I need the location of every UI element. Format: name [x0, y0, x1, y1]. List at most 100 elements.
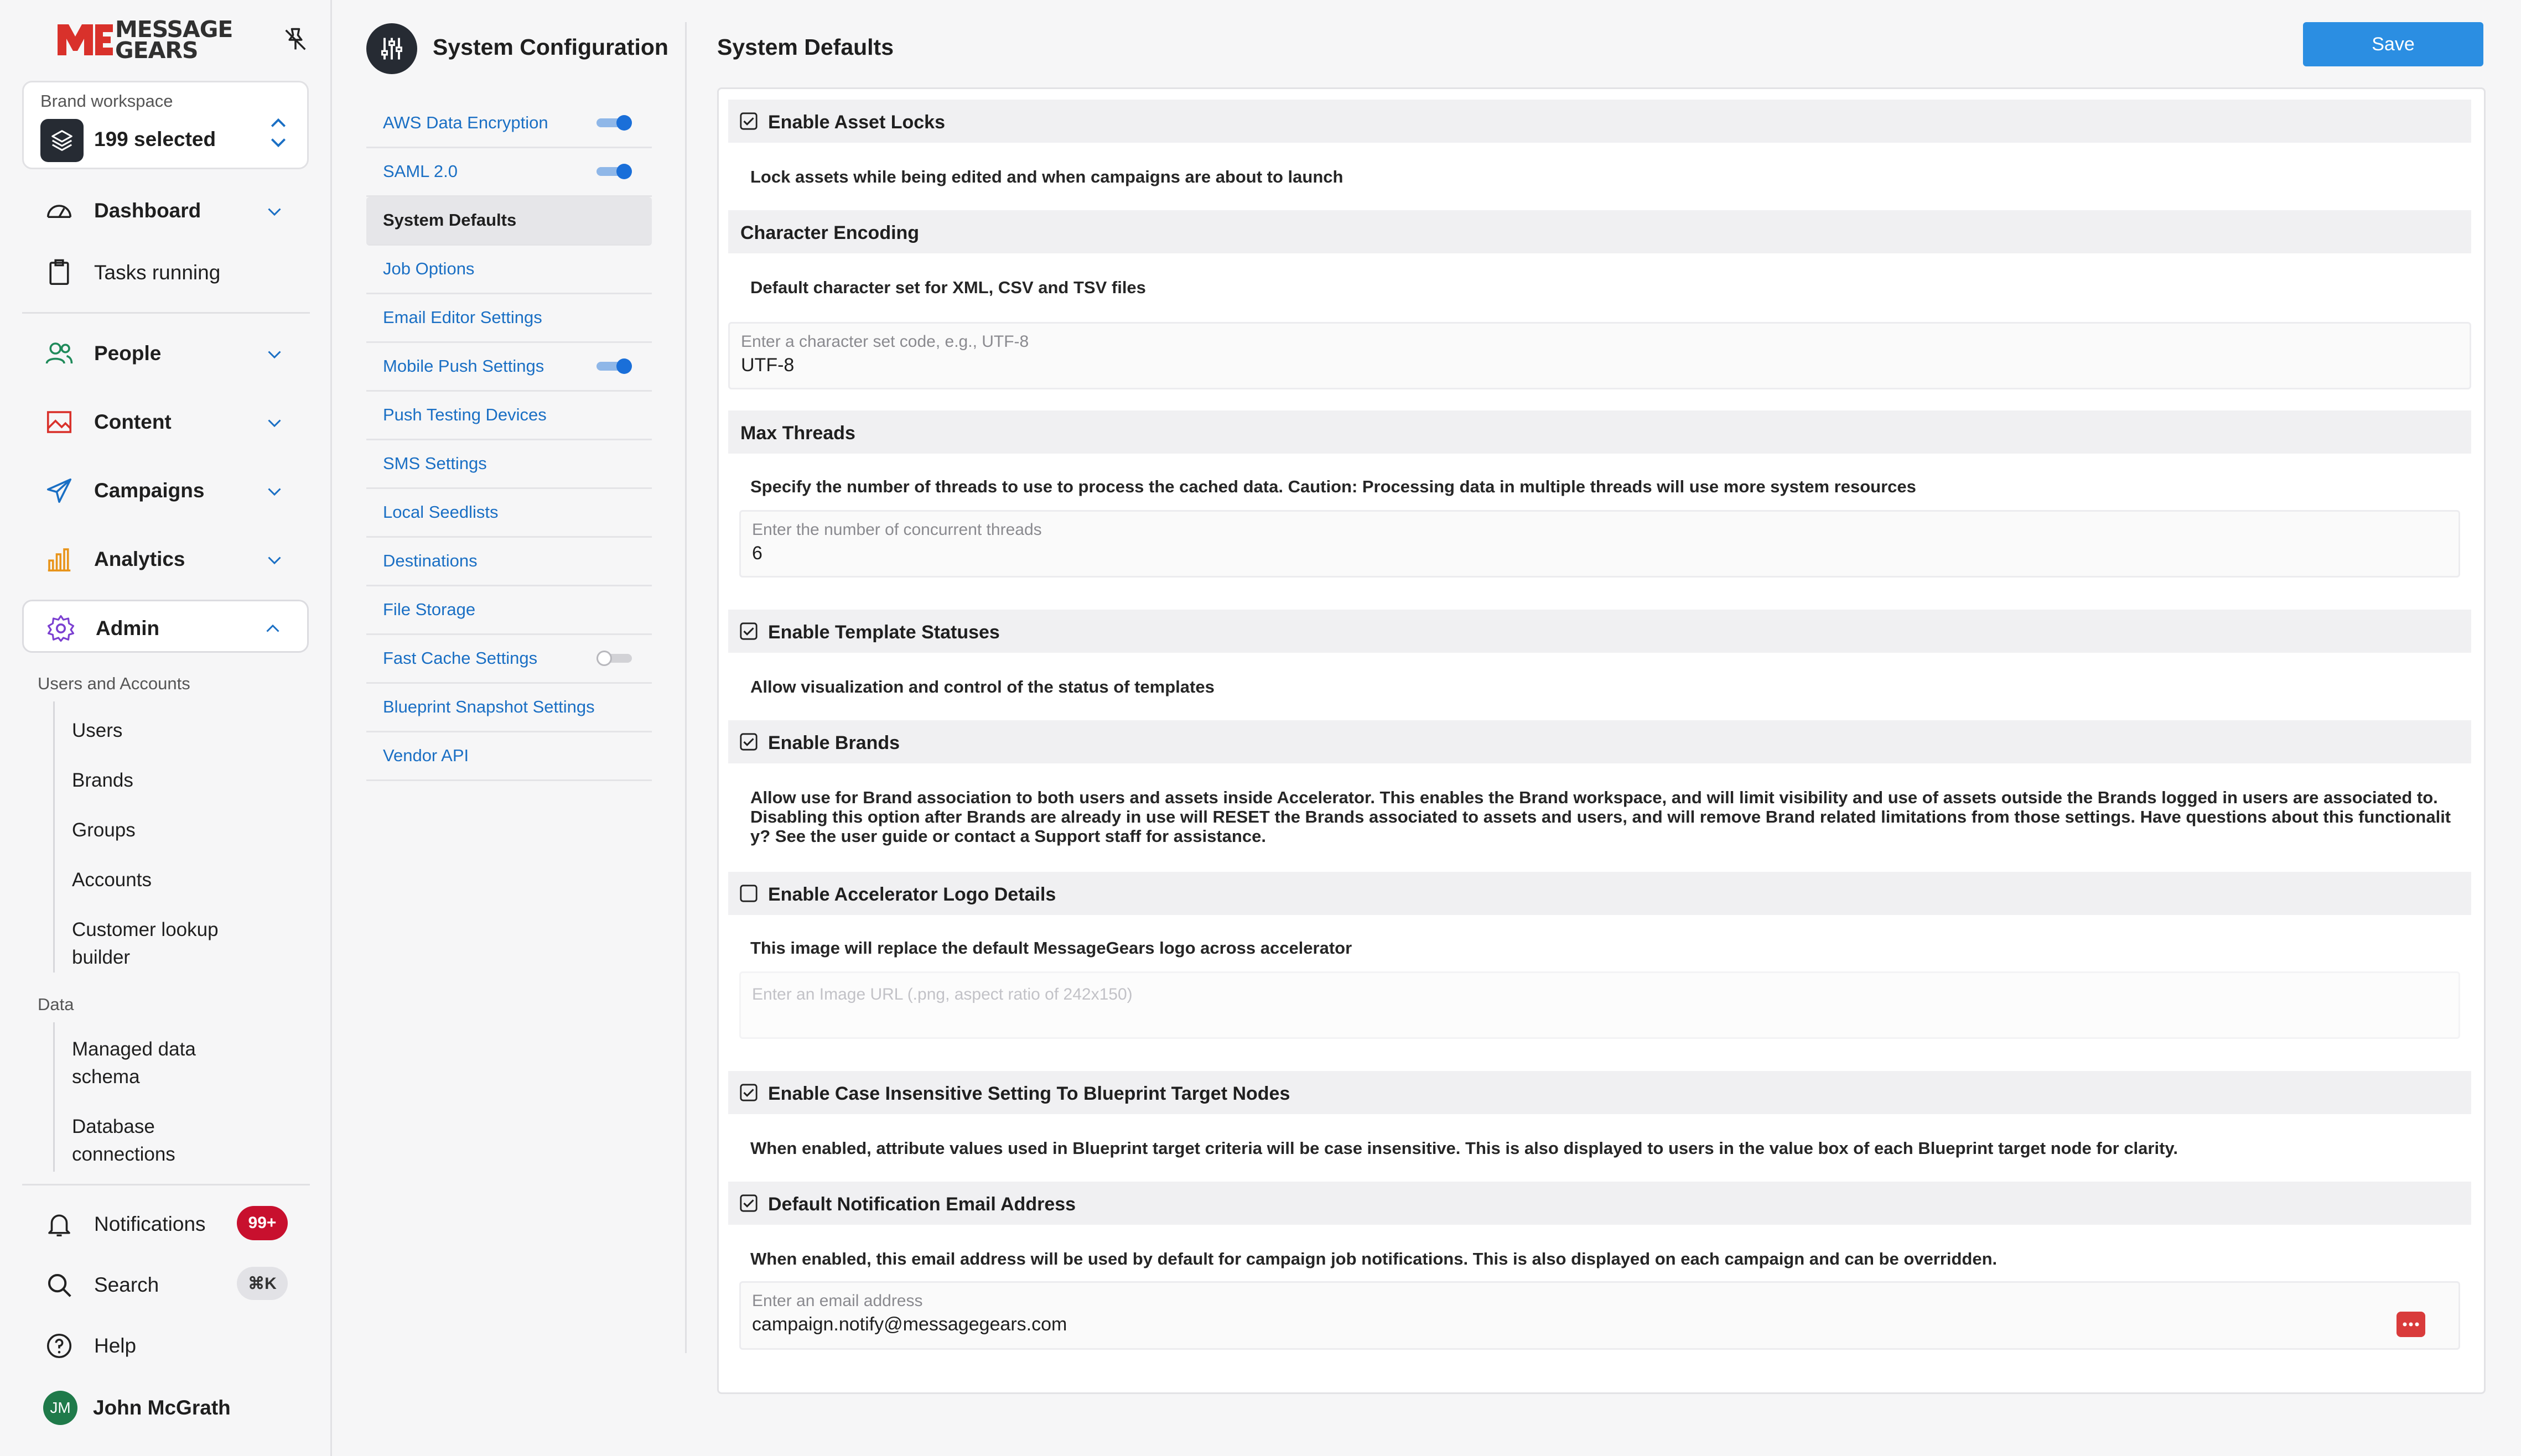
aws-encryption-toggle[interactable] [596, 115, 632, 131]
help-icon [46, 1333, 72, 1359]
page-title: System Defaults [717, 34, 894, 60]
menu-item-label: System Defaults [383, 210, 517, 230]
submenu-customer-lookup-builder[interactable]: Customer lookup builder [72, 916, 260, 971]
nav-dashboard-label: Dashboard [94, 199, 201, 222]
menu-file-storage[interactable]: File Storage [366, 586, 652, 635]
data-section-label: Data [38, 995, 74, 1014]
menu-mobile-push-settings[interactable]: Mobile Push Settings [366, 343, 652, 392]
search-shortcut-badge: ⌘K [237, 1267, 288, 1300]
notification-email-input[interactable]: Enter an email address campaign.notify@m… [739, 1281, 2460, 1350]
nav-admin[interactable]: Admin [22, 600, 309, 653]
chevron-up-icon[interactable] [263, 619, 283, 639]
menu-item-label: SMS Settings [383, 454, 487, 473]
nav-tasks-label: Tasks running [94, 261, 221, 284]
user-name[interactable]: John McGrath [93, 1396, 231, 1419]
menu-job-options[interactable]: Job Options [366, 246, 652, 294]
checkbox-checked-icon[interactable] [739, 732, 758, 751]
max-threads-input[interactable]: Enter the number of concurrent threads 6 [739, 510, 2460, 578]
nav-help[interactable]: Help [22, 1319, 309, 1372]
menu-item-label: Push Testing Devices [383, 405, 547, 424]
submenu-brands[interactable]: Brands [72, 767, 133, 794]
section-description: Allow visualization and control of the s… [750, 677, 1215, 696]
gauge-icon [46, 205, 72, 219]
submenu-accounts[interactable]: Accounts [72, 866, 152, 894]
checkbox-unchecked-icon[interactable] [739, 884, 758, 903]
checkbox-checked-icon[interactable] [739, 1083, 758, 1102]
menu-destinations[interactable]: Destinations [366, 538, 652, 586]
checkbox-checked-icon[interactable] [739, 622, 758, 641]
input-placeholder: Enter a character set code, e.g., UTF-8 [741, 332, 1029, 351]
menu-item-label: Mobile Push Settings [383, 356, 544, 376]
menu-item-label: File Storage [383, 600, 476, 619]
menu-aws-data-encryption[interactable]: AWS Data Encryption [366, 100, 652, 148]
submenu-database-connections[interactable]: Database connections [72, 1113, 260, 1168]
chevron-down-icon[interactable] [264, 481, 284, 501]
people-icon [45, 342, 73, 364]
save-button[interactable]: Save [2303, 22, 2483, 66]
sidebar-divider [22, 312, 310, 314]
menu-fast-cache-settings[interactable]: Fast Cache Settings [366, 635, 652, 684]
chevron-down-icon[interactable] [264, 413, 284, 433]
section-title: Enable Case Insensitive Setting To Bluep… [768, 1083, 1290, 1104]
menu-item-label: AWS Data Encryption [383, 113, 548, 132]
nav-dashboard[interactable]: Dashboard [22, 184, 309, 237]
section-brands: Enable Brands [728, 720, 2471, 763]
character-encoding-input[interactable]: Enter a character set code, e.g., UTF-8 … [728, 322, 2471, 389]
nav-people-label: People [94, 342, 162, 365]
chevron-down-icon[interactable] [264, 550, 284, 570]
user-avatar[interactable]: JM [43, 1391, 77, 1425]
menu-system-defaults[interactable]: System Defaults [366, 197, 652, 246]
nav-help-label: Help [94, 1334, 137, 1357]
submenu-users[interactable]: Users [72, 717, 122, 745]
logo-image-url-input[interactable]: Enter an Image URL (.png, aspect ratio o… [739, 971, 2460, 1039]
menu-sms-settings[interactable]: SMS Settings [366, 440, 652, 489]
input-value: UTF-8 [741, 355, 795, 376]
menu-email-editor-settings[interactable]: Email Editor Settings [366, 294, 652, 343]
nav-people[interactable]: People [22, 326, 309, 379]
logo-text-line-2: GEARS [115, 37, 199, 64]
up-down-chevron-icon [271, 118, 286, 148]
bell-icon [48, 1214, 70, 1237]
section-description: Allow use for Brand association to both … [750, 788, 2451, 846]
menu-local-seedlists[interactable]: Local Seedlists [366, 489, 652, 538]
input-placeholder: Enter the number of concurrent threads [752, 521, 1042, 539]
submenu-groups[interactable]: Groups [72, 817, 136, 844]
menu-blueprint-snapshot-settings[interactable]: Blueprint Snapshot Settings [366, 684, 652, 732]
layers-icon [40, 119, 84, 162]
saml-toggle[interactable] [596, 164, 632, 179]
chevron-down-icon[interactable] [264, 201, 284, 221]
nav-analytics[interactable]: Analytics [22, 532, 309, 585]
nav-notifications-label: Notifications [94, 1213, 206, 1235]
unpin-icon[interactable] [281, 25, 310, 54]
section-description: When enabled, attribute values used in B… [750, 1138, 2178, 1158]
checkbox-checked-icon[interactable] [739, 112, 758, 131]
nav-admin-label: Admin [96, 617, 160, 639]
menu-vendor-api[interactable]: Vendor API [366, 732, 652, 781]
checkbox-checked-icon[interactable] [739, 1194, 758, 1213]
system-configuration-title: System Configuration [433, 34, 668, 60]
sliders-icon [366, 23, 417, 74]
gear-icon [47, 615, 75, 642]
brand-workspace-selector[interactable]: Brand workspace 199 selected [22, 81, 309, 169]
input-placeholder: Enter an email address [752, 1292, 923, 1310]
nav-content[interactable]: Content [22, 395, 309, 448]
section-asset-locks: Enable Asset Locks [728, 100, 2471, 143]
mobile-push-toggle[interactable] [596, 358, 632, 374]
submenu-managed-data-schema[interactable]: Managed data schema [72, 1036, 260, 1091]
password-manager-icon[interactable] [2396, 1312, 2425, 1337]
menu-item-label: Blueprint Snapshot Settings [383, 697, 595, 716]
messagegears-logo[interactable]: MESSAGE GEARS [55, 18, 233, 64]
nav-campaigns[interactable]: Campaigns [22, 464, 309, 517]
workspace-label: Brand workspace [40, 91, 173, 111]
section-title: Enable Template Statuses [768, 622, 1000, 643]
menu-push-testing-devices[interactable]: Push Testing Devices [366, 392, 652, 440]
menu-saml-2[interactable]: SAML 2.0 [366, 148, 652, 197]
nav-tasks-running[interactable]: Tasks running [22, 246, 309, 299]
section-notification-email: Default Notification Email Address [728, 1182, 2471, 1225]
chevron-down-icon[interactable] [264, 344, 284, 364]
section-title: Enable Asset Locks [768, 112, 945, 133]
menu-item-label: Local Seedlists [383, 502, 499, 522]
bar-chart-icon [48, 548, 71, 572]
fast-cache-toggle[interactable] [596, 651, 632, 666]
nav-analytics-label: Analytics [94, 548, 185, 570]
